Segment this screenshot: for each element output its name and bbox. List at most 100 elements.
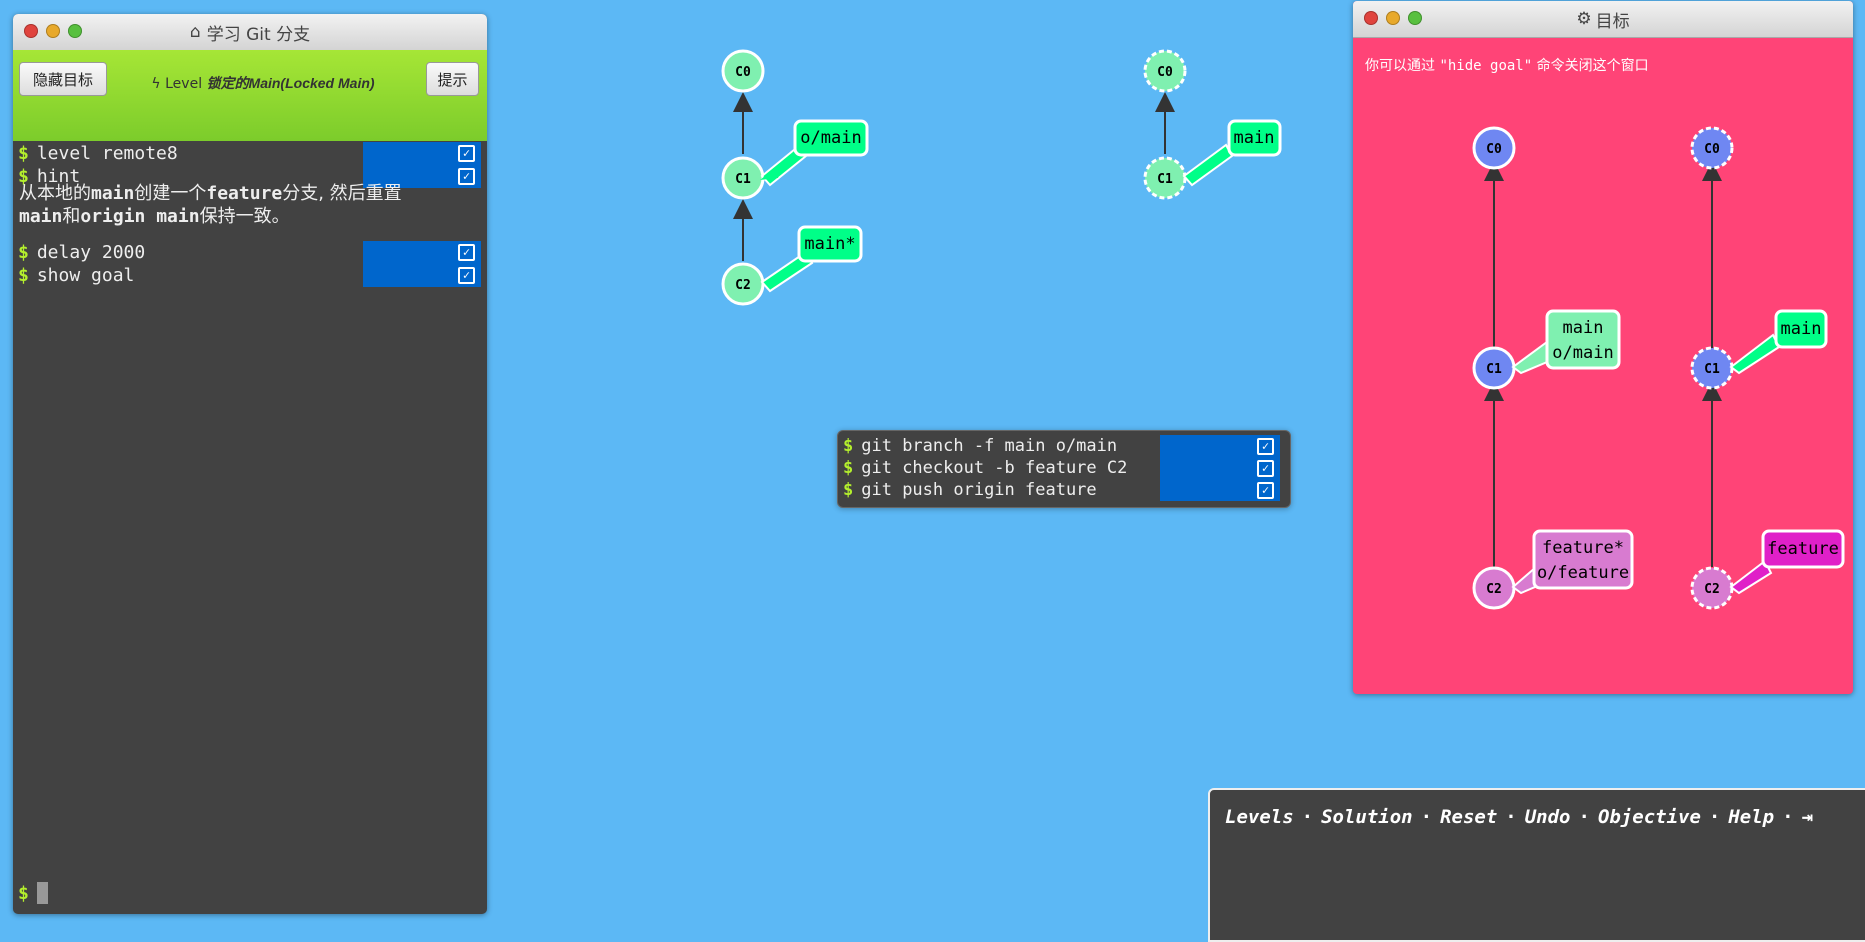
- hint-text-part: 分支, 然后重置: [282, 183, 402, 204]
- checkbox-icon: ✓: [1257, 481, 1274, 499]
- hide-goal-button[interactable]: 隐藏目标: [19, 62, 107, 96]
- command-text: git checkout -b feature C2: [861, 458, 1128, 478]
- command-status: ✓: [1160, 479, 1280, 501]
- goal-remote-commit-node: C0: [1690, 126, 1734, 170]
- svg-text:main*: main*: [804, 234, 855, 254]
- level-prefix: Level: [165, 76, 203, 92]
- goal-branch-label-feature: feature* o/feature: [1511, 529, 1634, 595]
- hint-text-part: 从本地的: [19, 183, 91, 204]
- nav-undo-link[interactable]: Undo: [1525, 806, 1571, 828]
- commit-node[interactable]: C0: [721, 49, 765, 93]
- home-icon: ⌂: [189, 22, 201, 42]
- level-name: 锁定的Main(Locked Main): [206, 75, 375, 91]
- lightning-icon: ϟ: [151, 76, 161, 92]
- sign-out-icon[interactable]: ⇥: [1802, 806, 1813, 828]
- nav-separator: ·: [1708, 806, 1721, 828]
- command-text: git branch -f main o/main: [861, 436, 1118, 456]
- history-command: $ git branch -f main o/main ✓: [838, 435, 1290, 457]
- prompt-symbol: $: [18, 143, 29, 164]
- svg-text:C2: C2: [1704, 582, 1720, 597]
- branch-label-o-main[interactable]: o/main: [760, 119, 869, 187]
- commit-node[interactable]: C2: [721, 262, 765, 306]
- close-window-button[interactable]: [24, 24, 38, 38]
- svg-text:main: main: [1781, 319, 1822, 339]
- prompt-symbol: $: [843, 436, 854, 456]
- remote-commit-node[interactable]: C1: [1143, 156, 1187, 200]
- svg-text:feature: feature: [1767, 539, 1839, 559]
- checkbox-icon: ✓: [458, 145, 475, 162]
- prompt-symbol: $: [18, 265, 29, 286]
- level-toolbar: 隐藏目标 ϟ Level 锁定的Main(Locked Main) 提示: [13, 50, 487, 141]
- nav-separator: ·: [1301, 806, 1314, 828]
- prompt-symbol: $: [18, 882, 29, 904]
- hint-text-part: 和: [62, 206, 81, 227]
- remote-commit-node[interactable]: C0: [1143, 49, 1187, 93]
- nav-solution-link[interactable]: Solution: [1321, 806, 1413, 828]
- branch-label-main[interactable]: main*: [760, 225, 863, 293]
- svg-text:C0: C0: [1704, 142, 1720, 157]
- command-line: $ level remote8 ✓: [13, 142, 487, 165]
- svg-text:C0: C0: [735, 65, 751, 80]
- nav-separator: ·: [1578, 806, 1590, 828]
- minimize-window-button[interactable]: [46, 24, 60, 38]
- hint-code: main: [91, 183, 135, 204]
- bottom-nav-panel: Levels · Solution · Reset · Undo · Objec…: [1208, 788, 1865, 942]
- prompt-symbol: $: [843, 458, 854, 478]
- goal-remote-commit-node: C2: [1690, 566, 1734, 610]
- goal-branch-label-main-o-main: main o/main: [1511, 309, 1621, 375]
- command-text: git push origin feature: [861, 480, 1097, 500]
- hint-code: origin main: [80, 206, 200, 227]
- commit-node[interactable]: C1: [721, 156, 765, 200]
- hint-code: feature: [206, 183, 283, 204]
- hint-button[interactable]: 提示: [426, 62, 479, 96]
- nav-reset-link[interactable]: Reset: [1440, 806, 1497, 828]
- svg-text:C1: C1: [1486, 362, 1502, 377]
- hint-message: 从本地的main创建一个feature分支, 然后重置 main和origin m…: [19, 182, 469, 228]
- checkbox-icon: ✓: [458, 267, 475, 284]
- goal-remote-commit-node: C1: [1690, 346, 1734, 390]
- checkbox-icon: ✓: [1257, 437, 1274, 455]
- goal-remote-branch-label-main: main: [1729, 309, 1828, 375]
- svg-text:C0: C0: [1486, 142, 1502, 157]
- goal-commit-node: C0: [1472, 126, 1516, 170]
- hint-text-part: 创建一个: [134, 183, 207, 204]
- history-command: $ git push origin feature ✓: [838, 479, 1290, 501]
- goal-remote-branch-label-feature: feature: [1729, 529, 1845, 595]
- svg-text:C1: C1: [735, 172, 751, 187]
- nav-help-link[interactable]: Help: [1728, 806, 1774, 828]
- svg-text:o/main: o/main: [1552, 343, 1613, 363]
- svg-text:main: main: [1563, 318, 1604, 338]
- svg-text:main: main: [1234, 128, 1275, 148]
- nav-objective-link[interactable]: Objective: [1598, 806, 1701, 828]
- maximize-window-button[interactable]: [68, 24, 82, 38]
- level-title: ϟ Level 锁定的Main(Locked Main): [143, 74, 383, 93]
- checkbox-icon: ✓: [1257, 459, 1274, 477]
- goal-tree: C0 C1 C2 main o/main feature* o/feature …: [1472, 126, 1845, 610]
- svg-text:C2: C2: [735, 278, 751, 293]
- nav-separator: ·: [1420, 806, 1433, 828]
- text-cursor: [36, 882, 48, 904]
- prompt-symbol: $: [18, 242, 29, 263]
- svg-text:o/feature: o/feature: [1537, 563, 1629, 583]
- command-line: $ show goal ✓: [13, 264, 487, 287]
- command-input[interactable]: $: [18, 882, 48, 904]
- svg-text:C2: C2: [1486, 582, 1502, 597]
- command-console-window: ⌂ 学习 Git 分支 隐藏目标 ϟ Level 锁定的Main(Locked …: [13, 14, 487, 914]
- command-text: level remote8: [36, 143, 178, 164]
- nav-levels-link[interactable]: Levels: [1225, 806, 1294, 828]
- command-status: ✓: [363, 241, 481, 264]
- command-history-panel: $ git branch -f main o/main ✓ $ git chec…: [837, 430, 1291, 508]
- svg-text:o/main: o/main: [800, 128, 861, 148]
- goal-commit-node: C1: [1472, 346, 1516, 390]
- command-text: show goal: [36, 265, 135, 286]
- command-status: ✓: [1160, 435, 1280, 457]
- hint-code: main: [19, 206, 63, 227]
- command-text: delay 2000: [36, 242, 146, 263]
- remote-branch-label-main[interactable]: main: [1182, 119, 1282, 187]
- history-command: $ git checkout -b feature C2 ✓: [838, 457, 1290, 479]
- hint-text-part: 保持一致。: [199, 206, 290, 227]
- svg-text:C1: C1: [1157, 172, 1173, 187]
- prompt-symbol: $: [843, 480, 854, 500]
- goal-commit-node: C2: [1472, 566, 1516, 610]
- goal-window[interactable]: ⚙ 目标 你可以通过 "hide goal" 命令关闭这个窗口 C0 C1 C2: [1353, 1, 1853, 694]
